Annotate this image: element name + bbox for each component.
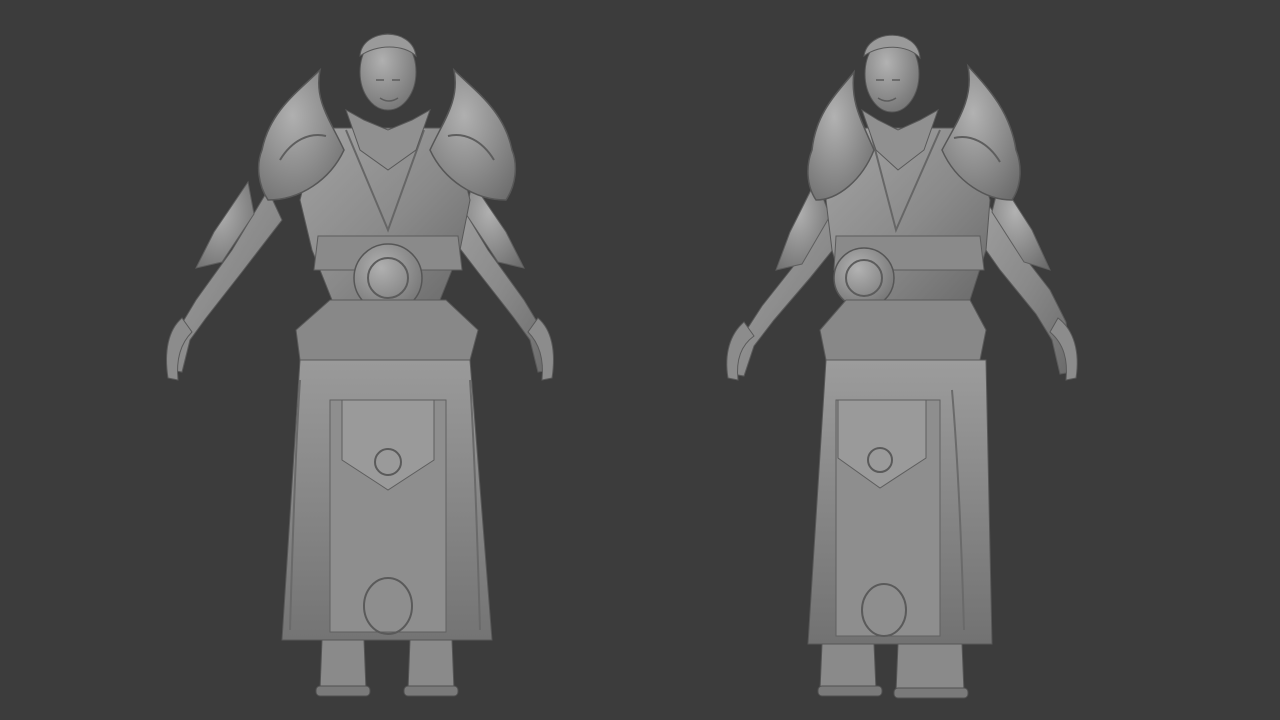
robe-skirt — [281, 359, 493, 641]
head — [359, 33, 417, 111]
boots — [315, 639, 459, 697]
sculpt-viewport — [0, 0, 1280, 720]
boots — [817, 643, 969, 699]
robe-skirt — [807, 359, 993, 645]
left-arm — [166, 180, 283, 381]
character-sculpt-three-quarter-view — [640, 0, 1280, 720]
character-sculpt-front-view — [0, 0, 640, 720]
head — [863, 34, 921, 113]
